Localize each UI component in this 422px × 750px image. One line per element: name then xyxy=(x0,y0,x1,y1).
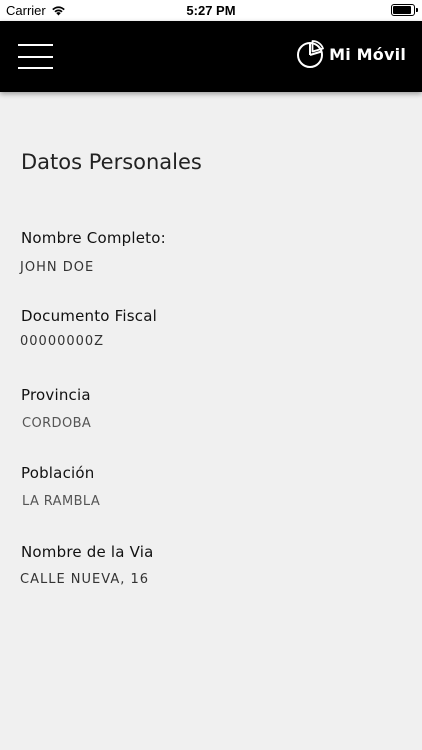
carrier-label: Carrier xyxy=(6,3,46,18)
field-value-nombre-completo: JOHN DOE xyxy=(20,260,95,275)
field-value-poblacion: LA RAMBLA xyxy=(22,494,101,509)
wifi-icon xyxy=(51,6,65,16)
field-value-documento-fiscal: 00000000Z xyxy=(20,334,105,349)
battery-icon xyxy=(391,4,418,16)
brand-logo[interactable]: Mi Móvil xyxy=(295,39,406,69)
field-value-provincia: CORDOBA xyxy=(22,416,92,431)
field-label-documento-fiscal: Documento Fiscal xyxy=(21,307,157,325)
field-label-provincia: Provincia xyxy=(21,386,91,404)
menu-line xyxy=(18,44,53,46)
field-label-nombre-via: Nombre de la Via xyxy=(21,543,154,561)
app-header: Mi Móvil xyxy=(0,21,422,92)
pie-chart-logo-icon xyxy=(297,40,325,68)
field-label-nombre-completo: Nombre Completo: xyxy=(21,229,166,247)
field-value-nombre-via: CALLE NUEVA, 16 xyxy=(20,572,150,587)
battery-indicator xyxy=(391,4,418,16)
brand-name: Mi Móvil xyxy=(329,44,406,64)
field-label-poblacion: Población xyxy=(21,464,95,482)
menu-line xyxy=(18,55,53,58)
battery-fill xyxy=(393,6,411,14)
status-left: Carrier xyxy=(6,3,66,18)
status-bar: Carrier 5:27 PM xyxy=(0,0,422,21)
hamburger-menu-icon[interactable] xyxy=(18,44,53,69)
menu-line xyxy=(18,67,53,69)
page-title: Datos Personales xyxy=(21,150,202,174)
